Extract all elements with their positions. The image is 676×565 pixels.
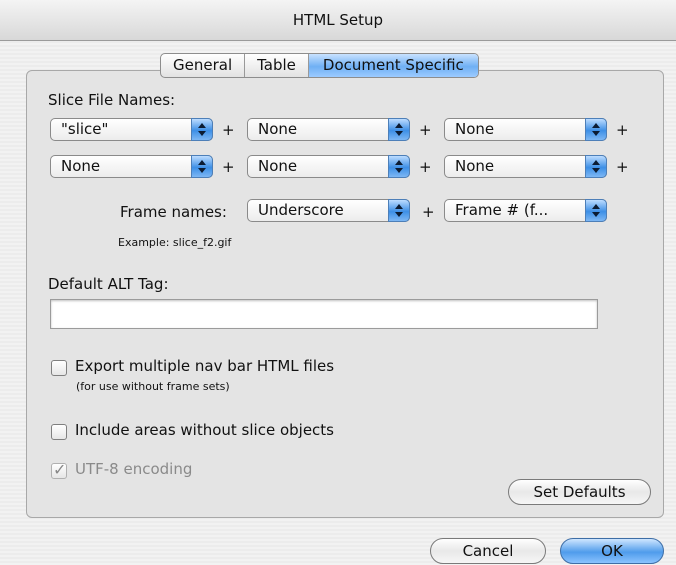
utf8-label: UTF-8 encoding (75, 460, 193, 478)
tab-bar: General Table Document Specific (160, 53, 479, 78)
export-nav-bar-note: (for use without frame sets) (76, 380, 230, 393)
plus-sign: + (222, 121, 235, 139)
popup-arrows-icon (191, 118, 213, 141)
default-alt-tag-label: Default ALT Tag: (48, 275, 169, 293)
plus-sign: + (422, 203, 435, 221)
popup-arrows-icon (388, 118, 410, 141)
slice-name-popup-1[interactable]: "slice" (50, 118, 213, 141)
default-alt-tag-input[interactable] (50, 299, 598, 329)
checkmark-icon: ✓ (53, 460, 67, 479)
tab-document-specific[interactable]: Document Specific (307, 54, 478, 77)
popup-value: None (61, 157, 101, 175)
plus-sign: + (616, 158, 629, 176)
frame-names-example: Example: slice_f2.gif (118, 236, 232, 249)
plus-sign: + (419, 121, 432, 139)
popup-value: None (455, 120, 495, 138)
export-nav-bar-label: Export multiple nav bar HTML files (75, 357, 335, 375)
slice-name-popup-6[interactable]: None (444, 155, 607, 178)
popup-value: None (258, 157, 298, 175)
include-areas-label: Include areas without slice objects (75, 421, 334, 439)
set-defaults-button[interactable]: Set Defaults (508, 479, 651, 505)
popup-value: Underscore (258, 201, 344, 219)
frame-names-label: Frame names: (120, 203, 227, 221)
slice-name-popup-3[interactable]: None (444, 118, 607, 141)
frame-names-popup-2[interactable]: Frame # (f... (444, 199, 607, 222)
popup-arrows-icon (388, 199, 410, 222)
window-title: HTML Setup (0, 0, 676, 41)
slice-name-popup-2[interactable]: None (247, 118, 410, 141)
popup-arrows-icon (585, 118, 607, 141)
popup-arrows-icon (388, 155, 410, 178)
popup-arrows-icon (585, 199, 607, 222)
include-areas-checkbox[interactable] (51, 424, 67, 440)
plus-sign: + (222, 158, 235, 176)
export-nav-bar-checkbox[interactable] (51, 360, 67, 376)
slice-name-popup-5[interactable]: None (247, 155, 410, 178)
popup-arrows-icon (191, 155, 213, 178)
popup-value: None (258, 120, 298, 138)
plus-sign: + (616, 121, 629, 139)
frame-names-popup-1[interactable]: Underscore (247, 199, 410, 222)
ok-button[interactable]: OK (560, 538, 664, 564)
slice-file-names-label: Slice File Names: (48, 91, 176, 109)
plus-sign: + (419, 158, 432, 176)
cancel-button[interactable]: Cancel (430, 538, 546, 564)
popup-arrows-icon (585, 155, 607, 178)
popup-value: "slice" (61, 120, 109, 138)
popup-value: Frame # (f... (455, 201, 549, 219)
tab-table[interactable]: Table (244, 54, 308, 77)
popup-value: None (455, 157, 495, 175)
utf8-checkbox[interactable]: ✓ (51, 460, 67, 479)
tab-general[interactable]: General (161, 54, 244, 77)
slice-name-popup-4[interactable]: None (50, 155, 213, 178)
